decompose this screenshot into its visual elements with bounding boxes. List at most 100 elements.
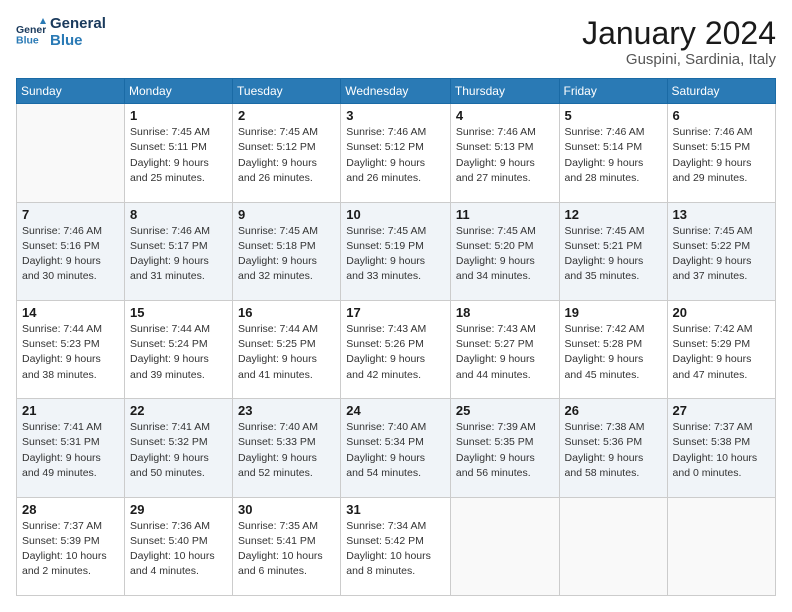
day-number: 2 <box>238 108 335 123</box>
day-info: Sunrise: 7:44 AMSunset: 5:23 PMDaylight:… <box>22 322 119 383</box>
day-info: Sunrise: 7:34 AMSunset: 5:42 PMDaylight:… <box>346 519 445 580</box>
month-title: January 2024 <box>582 16 776 51</box>
day-info: Sunrise: 7:45 AMSunset: 5:20 PMDaylight:… <box>456 224 554 285</box>
calendar-cell: 16 Sunrise: 7:44 AMSunset: 5:25 PMDayligh… <box>233 300 341 398</box>
header: General Blue General Blue January 2024 G… <box>16 16 776 68</box>
day-info: Sunrise: 7:44 AMSunset: 5:24 PMDaylight:… <box>130 322 227 383</box>
day-info: Sunrise: 7:45 AMSunset: 5:22 PMDaylight:… <box>673 224 770 285</box>
day-info: Sunrise: 7:46 AMSunset: 5:12 PMDaylight:… <box>346 125 445 186</box>
day-number: 29 <box>130 502 227 517</box>
day-number: 1 <box>130 108 227 123</box>
day-info: Sunrise: 7:46 AMSunset: 5:13 PMDaylight:… <box>456 125 554 186</box>
day-info: Sunrise: 7:42 AMSunset: 5:29 PMDaylight:… <box>673 322 770 383</box>
day-info: Sunrise: 7:45 AMSunset: 5:11 PMDaylight:… <box>130 125 227 186</box>
calendar-cell: 17Sunrise: 7:43 AMSunset: 5:26 PMDayligh… <box>341 300 451 398</box>
day-info: Sunrise: 7:38 AMSunset: 5:36 PMDaylight:… <box>565 420 662 481</box>
day-number: 28 <box>22 502 119 517</box>
day-number: 19 <box>565 305 662 320</box>
calendar-cell: 6Sunrise: 7:46 AMSunset: 5:15 PMDaylight… <box>667 104 775 202</box>
day-info: Sunrise: 7:45 AMSunset: 5:19 PMDaylight:… <box>346 224 445 285</box>
day-info: Sunrise: 7:45 AMSunset: 5:12 PMDaylight:… <box>238 125 335 186</box>
day-info: Sunrise: 7:35 AMSunset: 5:41 PMDaylight:… <box>238 519 335 580</box>
calendar-week-row: 21 Sunrise: 7:41 AMSunset: 5:31 PMDayligh… <box>17 399 776 497</box>
calendar-cell: 20 Sunrise: 7:42 AMSunset: 5:29 PMDayligh… <box>667 300 775 398</box>
location: Guspini, Sardinia, Italy <box>582 51 776 68</box>
weekday-header-tuesday: Tuesday <box>233 79 341 104</box>
calendar-week-row: 14 Sunrise: 7:44 AMSunset: 5:23 PMDayligh… <box>17 300 776 398</box>
title-block: January 2024 Guspini, Sardinia, Italy <box>582 16 776 68</box>
day-number: 3 <box>346 108 445 123</box>
calendar-cell: 2 Sunrise: 7:45 AMSunset: 5:12 PMDaylight… <box>233 104 341 202</box>
weekday-header-wednesday: Wednesday <box>341 79 451 104</box>
day-info: Sunrise: 7:46 AMSunset: 5:16 PMDaylight:… <box>22 224 119 285</box>
day-info: Sunrise: 7:46 AMSunset: 5:17 PMDaylight:… <box>130 224 227 285</box>
day-info: Sunrise: 7:45 AMSunset: 5:18 PMDaylight:… <box>238 224 335 285</box>
day-info: Sunrise: 7:40 AMSunset: 5:33 PMDaylight:… <box>238 420 335 481</box>
day-info: Sunrise: 7:43 AMSunset: 5:26 PMDaylight:… <box>346 322 445 383</box>
calendar-cell: 25 Sunrise: 7:39 AMSunset: 5:35 PMDayligh… <box>450 399 559 497</box>
day-info: Sunrise: 7:40 AMSunset: 5:34 PMDaylight:… <box>346 420 445 481</box>
logo-general: General <box>50 16 106 33</box>
day-number: 25 <box>456 403 554 418</box>
day-number: 11 <box>456 207 554 222</box>
calendar-cell: 26Sunrise: 7:38 AMSunset: 5:36 PMDayligh… <box>559 399 667 497</box>
calendar-cell: 23Sunrise: 7:40 AMSunset: 5:33 PMDayligh… <box>233 399 341 497</box>
calendar-cell: 18Sunrise: 7:43 AMSunset: 5:27 PMDayligh… <box>450 300 559 398</box>
day-number: 24 <box>346 403 445 418</box>
day-info: Sunrise: 7:45 AMSunset: 5:21 PMDaylight:… <box>565 224 662 285</box>
day-number: 20 <box>673 305 770 320</box>
day-number: 6 <box>673 108 770 123</box>
calendar-cell <box>450 497 559 595</box>
day-number: 21 <box>22 403 119 418</box>
calendar-cell: 3 Sunrise: 7:46 AMSunset: 5:12 PMDaylight… <box>341 104 451 202</box>
day-number: 13 <box>673 207 770 222</box>
calendar-cell: 8Sunrise: 7:46 AMSunset: 5:17 PMDaylight… <box>125 202 233 300</box>
day-number: 18 <box>456 305 554 320</box>
calendar-cell: 31 Sunrise: 7:34 AMSunset: 5:42 PMDayligh… <box>341 497 451 595</box>
weekday-header-friday: Friday <box>559 79 667 104</box>
calendar-cell: 7 Sunrise: 7:46 AMSunset: 5:16 PMDaylight… <box>17 202 125 300</box>
calendar-cell: 4 Sunrise: 7:46 AMSunset: 5:13 PMDaylight… <box>450 104 559 202</box>
calendar-cell <box>559 497 667 595</box>
day-number: 22 <box>130 403 227 418</box>
calendar-cell: 28 Sunrise: 7:37 AMSunset: 5:39 PMDayligh… <box>17 497 125 595</box>
calendar-week-row: 7 Sunrise: 7:46 AMSunset: 5:16 PMDaylight… <box>17 202 776 300</box>
day-info: Sunrise: 7:41 AMSunset: 5:32 PMDaylight:… <box>130 420 227 481</box>
day-info: Sunrise: 7:36 AMSunset: 5:40 PMDaylight:… <box>130 519 227 580</box>
calendar-cell: 15 Sunrise: 7:44 AMSunset: 5:24 PMDayligh… <box>125 300 233 398</box>
weekday-header-sunday: Sunday <box>17 79 125 104</box>
svg-text:Blue: Blue <box>16 34 39 46</box>
calendar-cell: 29 Sunrise: 7:36 AMSunset: 5:40 PMDayligh… <box>125 497 233 595</box>
calendar-cell: 21 Sunrise: 7:41 AMSunset: 5:31 PMDayligh… <box>17 399 125 497</box>
calendar-cell: 5 Sunrise: 7:46 AMSunset: 5:14 PMDaylight… <box>559 104 667 202</box>
logo-icon: General Blue <box>16 18 46 48</box>
day-number: 31 <box>346 502 445 517</box>
day-number: 5 <box>565 108 662 123</box>
logo-blue: Blue <box>50 33 106 50</box>
weekday-header-row: SundayMondayTuesdayWednesdayThursdayFrid… <box>17 79 776 104</box>
page: General Blue General Blue January 2024 G… <box>0 0 792 612</box>
day-info: Sunrise: 7:41 AMSunset: 5:31 PMDaylight:… <box>22 420 119 481</box>
calendar-week-row: 1 Sunrise: 7:45 AMSunset: 5:11 PMDaylight… <box>17 104 776 202</box>
day-number: 27 <box>673 403 770 418</box>
day-number: 15 <box>130 305 227 320</box>
day-number: 7 <box>22 207 119 222</box>
calendar-cell <box>17 104 125 202</box>
day-info: Sunrise: 7:42 AMSunset: 5:28 PMDaylight:… <box>565 322 662 383</box>
day-info: Sunrise: 7:46 AMSunset: 5:14 PMDaylight:… <box>565 125 662 186</box>
calendar-cell: 10 Sunrise: 7:45 AMSunset: 5:19 PMDayligh… <box>341 202 451 300</box>
day-info: Sunrise: 7:37 AMSunset: 5:39 PMDaylight:… <box>22 519 119 580</box>
day-info: Sunrise: 7:39 AMSunset: 5:35 PMDaylight:… <box>456 420 554 481</box>
day-number: 4 <box>456 108 554 123</box>
day-number: 10 <box>346 207 445 222</box>
day-number: 12 <box>565 207 662 222</box>
calendar-cell: 1 Sunrise: 7:45 AMSunset: 5:11 PMDaylight… <box>125 104 233 202</box>
calendar-cell: 9Sunrise: 7:45 AMSunset: 5:18 PMDaylight… <box>233 202 341 300</box>
day-info: Sunrise: 7:37 AMSunset: 5:38 PMDaylight:… <box>673 420 770 481</box>
calendar-cell <box>667 497 775 595</box>
day-info: Sunrise: 7:44 AMSunset: 5:25 PMDaylight:… <box>238 322 335 383</box>
weekday-header-thursday: Thursday <box>450 79 559 104</box>
calendar-cell: 12 Sunrise: 7:45 AMSunset: 5:21 PMDayligh… <box>559 202 667 300</box>
day-number: 16 <box>238 305 335 320</box>
day-number: 14 <box>22 305 119 320</box>
